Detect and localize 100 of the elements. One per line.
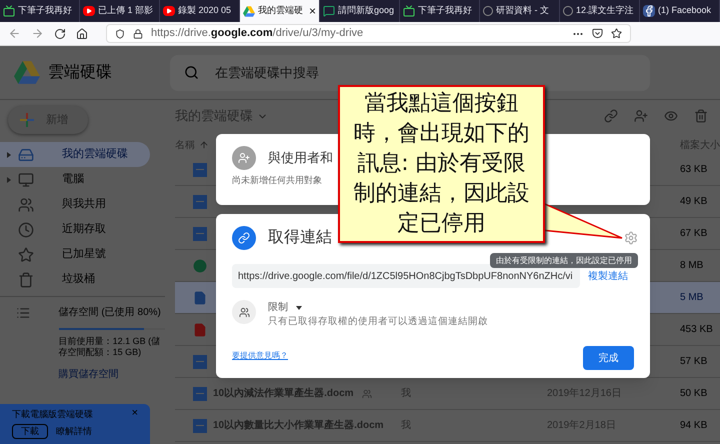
trash-icon[interactable] (694, 109, 708, 123)
settings-icon[interactable] (624, 231, 638, 245)
tab-title: 下筆子我再好 (418, 4, 473, 18)
forward-icon[interactable] (31, 27, 44, 40)
access-note: 只有已取得存取權的使用者可以透過這個連結開啟 (268, 315, 488, 329)
app-title: 雲端硬碟 (48, 62, 112, 82)
storage-label: 儲存空間 (已使用 80%) (58, 306, 162, 320)
size-cell-text: 63 KB (680, 163, 708, 177)
lock-icon (133, 28, 143, 38)
reload-icon[interactable] (54, 28, 66, 40)
sidebar-label: 電腦 (62, 172, 84, 188)
word-file-icon (193, 386, 207, 400)
callout-text: 當我點這個按鈕時，會出現如下的訊息: 由於有受限制的連結，因此設定已停用 (352, 90, 530, 238)
buy-storage-link[interactable]: 購買儲存空間 (58, 366, 165, 382)
url-field[interactable]: https://drive.google.com/drive/u/3/my-drive (106, 24, 631, 43)
word-file-icon (193, 226, 207, 240)
pocket-icon[interactable] (592, 28, 603, 39)
word-file-icon (193, 162, 207, 176)
learn-more-link[interactable]: 瞭解詳情 (56, 424, 92, 438)
trash-icon (18, 272, 34, 288)
sidebar-label: 垃圾桶 (62, 272, 95, 288)
expand-arrow-icon[interactable] (7, 176, 11, 182)
people-icon (18, 196, 34, 212)
tv-icon (403, 5, 415, 17)
tab-title: 請問新版goog (338, 4, 396, 18)
tv-icon (3, 5, 15, 17)
browser-tab[interactable]: 我的雲端硬 × (240, 0, 320, 22)
sidebar-item[interactable]: 與我共用 (0, 192, 150, 217)
link-field[interactable]: https://drive.google.com/file/d/1ZC5l95HOn8CjbgTsDbpUF8nonNY6nZHc/vi (232, 264, 580, 288)
close-icon[interactable]: × (132, 408, 138, 422)
word-file-icon (193, 194, 207, 208)
size-cell-text: 50 KB (680, 387, 708, 401)
sidebar-item[interactable]: 已加星號 (0, 242, 150, 267)
sidebar-label: 與我共用 (62, 197, 106, 212)
expand-arrow-icon[interactable] (7, 152, 11, 158)
download-button[interactable]: 下載 (12, 424, 48, 439)
drive-logo-icon (14, 61, 40, 84)
storage-icon (16, 305, 31, 321)
link-url: https://drive.google.com/file/d/1ZC5l95HOn8CjbgTsDbpUF8nonNY6nZHc/vi (238, 270, 573, 284)
word-file-icon (193, 418, 207, 432)
word-file-icon (193, 354, 207, 368)
copy-link-button[interactable]: 複製連結 (588, 268, 628, 284)
search-field[interactable]: 在雲端硬碟中搜尋 (170, 54, 650, 90)
clock-icon (18, 222, 34, 238)
share-subtitle: 尚未新增任何共用對象 (232, 174, 322, 187)
chat-icon (323, 5, 335, 17)
access-dropdown[interactable]: 限制 (268, 300, 288, 315)
eye-icon[interactable] (664, 109, 678, 123)
sidebar-label: 我的雲端硬碟 (62, 147, 128, 162)
size-cell-text: 8 MB (680, 259, 704, 273)
add-person-icon (232, 146, 256, 170)
tab-title: (1) Facebook (658, 4, 712, 18)
tooltip: 由於有受限制的連結，因此設定已停用 (490, 253, 638, 268)
star-icon (18, 246, 34, 262)
size-cell-text: 57 KB (680, 355, 708, 369)
document-icon (193, 290, 207, 304)
tab-title: 下筆子我再好 (18, 4, 73, 18)
bookmark-star-icon[interactable] (611, 28, 622, 39)
sidebar-label: 近期存取 (62, 222, 106, 238)
sidebar-item[interactable]: 垃圾桶 (0, 267, 150, 292)
drive-icon (18, 146, 34, 162)
sidebar-item[interactable]: 近期存取 (0, 217, 150, 242)
size-cell-text: 453 KB (680, 323, 714, 337)
drive-logo-icon (243, 6, 255, 16)
link-icon (232, 226, 256, 250)
tab-title: 研習資料 - 文 (496, 4, 550, 18)
facebook-icon (643, 5, 655, 17)
people-icon (232, 300, 256, 324)
computer-icon (18, 172, 34, 188)
done-button[interactable]: 完成 (583, 346, 634, 370)
back-icon[interactable] (8, 27, 21, 40)
feedback-link[interactable]: 要提供意見嗎？ (232, 350, 288, 362)
shared-icon (362, 388, 372, 398)
caret-icon[interactable] (296, 306, 302, 310)
plus-icon (20, 113, 34, 127)
sort-arrow-icon[interactable] (199, 140, 209, 150)
size-cell-text: 94 KB (680, 419, 708, 433)
size-cell-text: 67 KB (680, 227, 708, 241)
search-placeholder: 在雲端硬碟中搜尋 (215, 64, 319, 82)
play-icon (163, 6, 175, 16)
share-title: 與使用者和 (268, 149, 333, 168)
url-text: https://drive.google.com/drive/u/3/my-drive (151, 26, 364, 42)
sidebar-item[interactable]: 我的雲端硬碟 (0, 142, 150, 167)
tab-title: 錄製 2020 05 (178, 4, 232, 18)
add-person-icon[interactable] (634, 109, 648, 123)
search-icon (184, 65, 199, 80)
play-icon (83, 6, 95, 16)
sidebar-item[interactable]: 電腦 (0, 167, 150, 192)
circle-file-icon (193, 258, 207, 272)
sidebar-label: 已加星號 (62, 247, 106, 262)
pdf-file-icon (193, 322, 207, 336)
tab-title: 12.課文生字注 (576, 4, 635, 18)
link-icon[interactable] (604, 109, 618, 123)
storage-usage: 目前使用量：12.1 GB (儲存空間配額：15 GB) (58, 336, 162, 358)
file-name: 10以內數量比大小作業單產生器.docm (213, 418, 384, 433)
close-icon[interactable]: × (308, 2, 316, 20)
file-name: 10以內減法作業單產生器.docm (213, 386, 354, 401)
tab-title: 我的雲端硬 (258, 4, 304, 18)
shield-icon (115, 28, 125, 38)
home-icon[interactable] (76, 28, 88, 40)
